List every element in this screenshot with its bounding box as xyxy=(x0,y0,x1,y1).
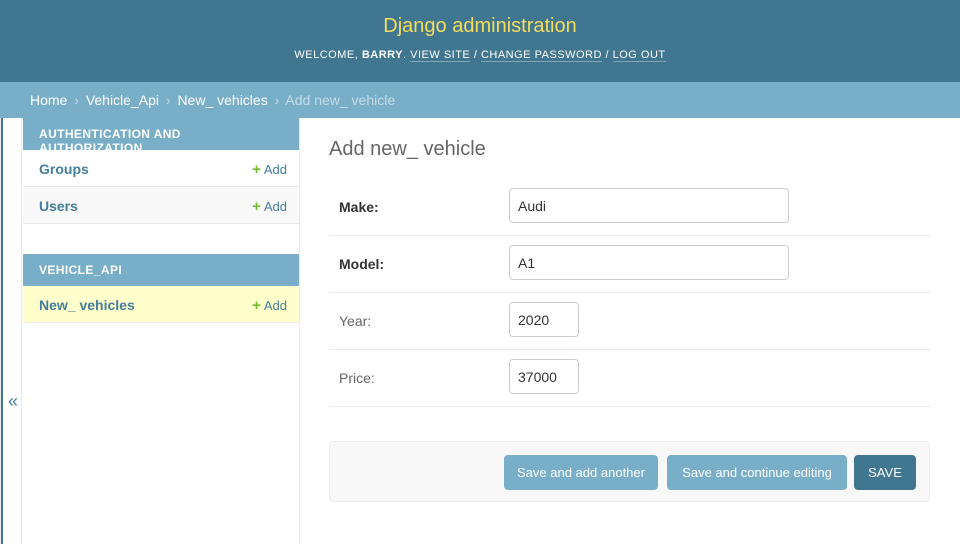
plus-icon: + xyxy=(252,198,261,215)
module-caption-vehicle-api[interactable]: VEHICLE_API xyxy=(23,254,299,286)
nav-sidebar: AUTHENTICATION AND AUTHORIZATION Groups … xyxy=(23,118,300,544)
sidebar-item-users: Users + Add xyxy=(23,187,299,224)
breadcrumb: Home › Vehicle_Api › New_ vehicles › Add… xyxy=(0,82,960,118)
form-row-year: Year: xyxy=(329,293,930,350)
save-and-add-another-button[interactable]: Save and add another xyxy=(504,455,658,490)
form-row-model: Model: xyxy=(329,236,930,293)
breadcrumb-model[interactable]: New_ vehicles xyxy=(177,92,267,108)
add-groups-button[interactable]: + Add xyxy=(252,161,287,178)
add-new-vehicles-button[interactable]: + Add xyxy=(252,297,287,314)
sidebar-item-new-vehicles: New_ vehicles + Add xyxy=(23,286,299,323)
log-out-link[interactable]: LOG OUT xyxy=(612,49,666,62)
nav-sidebar-toggle[interactable]: « xyxy=(0,118,22,544)
form-row-make: Make: xyxy=(329,179,930,236)
page-title: Add new_ vehicle xyxy=(329,138,486,160)
add-label: Add xyxy=(263,199,287,214)
breadcrumb-app[interactable]: Vehicle_Api xyxy=(86,92,159,108)
breadcrumb-separator: › xyxy=(165,92,171,108)
sidebar-item-users-link[interactable]: Users xyxy=(39,198,78,214)
save-button[interactable]: SAVE xyxy=(854,455,916,490)
breadcrumb-home[interactable]: Home xyxy=(30,92,67,108)
sidebar-item-groups: Groups + Add xyxy=(23,150,299,187)
breadcrumb-separator: › xyxy=(74,92,79,108)
username: BARRY xyxy=(361,49,404,61)
welcome-text: WELCOME, xyxy=(294,49,362,61)
sidebar-item-groups-link[interactable]: Groups xyxy=(39,161,89,177)
form-row-price: Price: xyxy=(329,350,930,407)
year-label: Year: xyxy=(339,313,372,329)
user-tools: WELCOME, BARRY. VIEW SITE / CHANGE PASSW… xyxy=(0,49,960,62)
model-field[interactable] xyxy=(509,245,789,280)
add-label: Add xyxy=(263,298,287,313)
main-content: Add new_ vehicle Make: Model: Year: Pric… xyxy=(329,138,930,502)
year-field[interactable] xyxy=(509,302,579,337)
toggle-border xyxy=(1,118,3,544)
module-caption-auth[interactable]: AUTHENTICATION AND AUTHORIZATION xyxy=(23,118,299,155)
site-name[interactable]: Django administration xyxy=(0,15,960,38)
breadcrumb-separator: › xyxy=(274,92,280,108)
plus-icon: + xyxy=(252,161,261,178)
header: Django administration WELCOME, BARRY. VI… xyxy=(0,0,960,82)
collapse-icon[interactable]: « xyxy=(8,391,18,412)
make-label: Make: xyxy=(339,199,379,215)
model-label: Model: xyxy=(339,256,385,272)
breadcrumb-current: Add new_ vehicle xyxy=(285,92,396,108)
price-label: Price: xyxy=(339,370,375,386)
change-password-link[interactable]: CHANGE PASSWORD xyxy=(480,49,602,62)
separator: / xyxy=(470,49,481,61)
save-and-continue-button[interactable]: Save and continue editing xyxy=(667,455,847,490)
separator: / xyxy=(601,49,613,61)
module-vehicle-api: VEHICLE_API New_ vehicles + Add xyxy=(23,254,299,323)
sidebar-item-new-vehicles-link[interactable]: New_ vehicles xyxy=(39,297,135,313)
module-auth: AUTHENTICATION AND AUTHORIZATION Groups … xyxy=(23,118,299,224)
price-field[interactable] xyxy=(509,359,579,394)
module-spacer xyxy=(23,224,299,254)
add-users-button[interactable]: + Add xyxy=(252,198,287,215)
make-field[interactable] xyxy=(509,188,789,223)
view-site-link[interactable]: VIEW SITE xyxy=(410,49,471,62)
submit-row: Save and add another Save and continue e… xyxy=(329,441,930,502)
add-label: Add xyxy=(263,162,287,177)
plus-icon: + xyxy=(252,297,261,314)
